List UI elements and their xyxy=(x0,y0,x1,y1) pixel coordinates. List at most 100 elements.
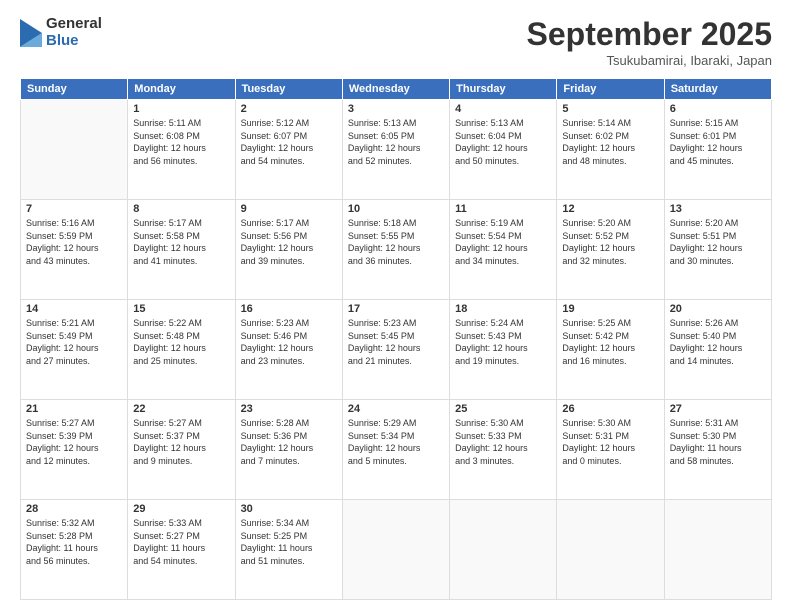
day-info: Sunrise: 5:30 AM Sunset: 5:33 PM Dayligh… xyxy=(455,417,551,467)
calendar-cell: 15Sunrise: 5:22 AM Sunset: 5:48 PM Dayli… xyxy=(128,300,235,400)
day-info: Sunrise: 5:24 AM Sunset: 5:43 PM Dayligh… xyxy=(455,317,551,367)
title-area: September 2025 Tsukubamirai, Ibaraki, Ja… xyxy=(527,16,772,68)
day-number: 6 xyxy=(670,103,766,115)
day-info: Sunrise: 5:18 AM Sunset: 5:55 PM Dayligh… xyxy=(348,217,444,267)
day-info: Sunrise: 5:16 AM Sunset: 5:59 PM Dayligh… xyxy=(26,217,122,267)
day-number: 8 xyxy=(133,203,229,215)
logo-general: General xyxy=(46,16,102,33)
day-number: 9 xyxy=(241,203,337,215)
day-number: 26 xyxy=(562,403,658,415)
day-info: Sunrise: 5:27 AM Sunset: 5:37 PM Dayligh… xyxy=(133,417,229,467)
day-number: 29 xyxy=(133,503,229,515)
day-number: 21 xyxy=(26,403,122,415)
day-number: 3 xyxy=(348,103,444,115)
location: Tsukubamirai, Ibaraki, Japan xyxy=(527,53,772,68)
calendar-cell: 4 Sunrise: 5:13 AM Sunset: 6:04 PM Daylig… xyxy=(450,100,557,200)
day-number: 10 xyxy=(348,203,444,215)
calendar-cell: 17Sunrise: 5:23 AM Sunset: 5:45 PM Dayli… xyxy=(342,300,449,400)
day-info: Sunrise: 5:31 AM Sunset: 5:30 PM Dayligh… xyxy=(670,417,766,467)
calendar-cell: 19 Sunrise: 5:25 AM Sunset: 5:42 PM Dayli… xyxy=(557,300,664,400)
day-number: 13 xyxy=(670,203,766,215)
calendar-cell: 24 Sunrise: 5:29 AM Sunset: 5:34 PM Dayli… xyxy=(342,400,449,500)
day-info: Sunrise: 5:26 AM Sunset: 5:40 PM Dayligh… xyxy=(670,317,766,367)
calendar-cell: 23 Sunrise: 5:28 AM Sunset: 5:36 PM Dayli… xyxy=(235,400,342,500)
calendar-cell xyxy=(21,100,128,200)
calendar-cell: 9 Sunrise: 5:17 AM Sunset: 5:56 PM Daylig… xyxy=(235,200,342,300)
day-number: 14 xyxy=(26,303,122,315)
weekday-header: Thursday xyxy=(450,79,557,100)
weekday-header: Saturday xyxy=(664,79,771,100)
day-number: 28 xyxy=(26,503,122,515)
day-info: Sunrise: 5:19 AM Sunset: 5:54 PM Dayligh… xyxy=(455,217,551,267)
calendar-week-row: 7 Sunrise: 5:16 AM Sunset: 5:59 PM Daylig… xyxy=(21,200,772,300)
day-number: 19 xyxy=(562,303,658,315)
calendar-cell: 1Sunrise: 5:11 AM Sunset: 6:08 PM Daylig… xyxy=(128,100,235,200)
calendar-cell: 21 Sunrise: 5:27 AM Sunset: 5:39 PM Dayli… xyxy=(21,400,128,500)
day-info: Sunrise: 5:12 AM Sunset: 6:07 PM Dayligh… xyxy=(241,117,337,167)
calendar-week-row: 1Sunrise: 5:11 AM Sunset: 6:08 PM Daylig… xyxy=(21,100,772,200)
day-number: 12 xyxy=(562,203,658,215)
day-info: Sunrise: 5:27 AM Sunset: 5:39 PM Dayligh… xyxy=(26,417,122,467)
day-number: 20 xyxy=(670,303,766,315)
day-info: Sunrise: 5:33 AM Sunset: 5:27 PM Dayligh… xyxy=(133,517,229,567)
calendar-cell: 22 Sunrise: 5:27 AM Sunset: 5:37 PM Dayli… xyxy=(128,400,235,500)
logo-icon xyxy=(20,19,42,47)
calendar-cell xyxy=(557,500,664,600)
calendar-cell: 3Sunrise: 5:13 AM Sunset: 6:05 PM Daylig… xyxy=(342,100,449,200)
calendar-cell: 26 Sunrise: 5:30 AM Sunset: 5:31 PM Dayli… xyxy=(557,400,664,500)
day-number: 17 xyxy=(348,303,444,315)
logo: General Blue xyxy=(20,16,102,49)
calendar-header-row: SundayMondayTuesdayWednesdayThursdayFrid… xyxy=(21,79,772,100)
day-info: Sunrise: 5:13 AM Sunset: 6:04 PM Dayligh… xyxy=(455,117,551,167)
day-number: 24 xyxy=(348,403,444,415)
calendar-week-row: 21 Sunrise: 5:27 AM Sunset: 5:39 PM Dayli… xyxy=(21,400,772,500)
calendar-cell: 30Sunrise: 5:34 AM Sunset: 5:25 PM Dayli… xyxy=(235,500,342,600)
day-info: Sunrise: 5:17 AM Sunset: 5:58 PM Dayligh… xyxy=(133,217,229,267)
weekday-header: Monday xyxy=(128,79,235,100)
calendar-week-row: 28 Sunrise: 5:32 AM Sunset: 5:28 PM Dayli… xyxy=(21,500,772,600)
calendar-cell: 7 Sunrise: 5:16 AM Sunset: 5:59 PM Daylig… xyxy=(21,200,128,300)
calendar-cell xyxy=(664,500,771,600)
day-number: 27 xyxy=(670,403,766,415)
calendar-cell: 8 Sunrise: 5:17 AM Sunset: 5:58 PM Daylig… xyxy=(128,200,235,300)
day-number: 25 xyxy=(455,403,551,415)
calendar-cell: 29 Sunrise: 5:33 AM Sunset: 5:27 PM Dayli… xyxy=(128,500,235,600)
calendar-cell: 28 Sunrise: 5:32 AM Sunset: 5:28 PM Dayli… xyxy=(21,500,128,600)
day-info: Sunrise: 5:34 AM Sunset: 5:25 PM Dayligh… xyxy=(241,517,337,567)
day-info: Sunrise: 5:23 AM Sunset: 5:46 PM Dayligh… xyxy=(241,317,337,367)
calendar-cell: 11Sunrise: 5:19 AM Sunset: 5:54 PM Dayli… xyxy=(450,200,557,300)
day-number: 2 xyxy=(241,103,337,115)
day-info: Sunrise: 5:20 AM Sunset: 5:52 PM Dayligh… xyxy=(562,217,658,267)
month-title: September 2025 xyxy=(527,16,772,53)
day-number: 18 xyxy=(455,303,551,315)
day-info: Sunrise: 5:15 AM Sunset: 6:01 PM Dayligh… xyxy=(670,117,766,167)
calendar-cell xyxy=(342,500,449,600)
weekday-header: Friday xyxy=(557,79,664,100)
calendar-page: General Blue September 2025 Tsukubamirai… xyxy=(0,0,792,612)
calendar-cell: 13Sunrise: 5:20 AM Sunset: 5:51 PM Dayli… xyxy=(664,200,771,300)
day-info: Sunrise: 5:30 AM Sunset: 5:31 PM Dayligh… xyxy=(562,417,658,467)
calendar-cell xyxy=(450,500,557,600)
day-info: Sunrise: 5:29 AM Sunset: 5:34 PM Dayligh… xyxy=(348,417,444,467)
day-info: Sunrise: 5:25 AM Sunset: 5:42 PM Dayligh… xyxy=(562,317,658,367)
calendar-cell: 27 Sunrise: 5:31 AM Sunset: 5:30 PM Dayli… xyxy=(664,400,771,500)
day-number: 23 xyxy=(241,403,337,415)
day-info: Sunrise: 5:28 AM Sunset: 5:36 PM Dayligh… xyxy=(241,417,337,467)
day-number: 22 xyxy=(133,403,229,415)
day-number: 7 xyxy=(26,203,122,215)
day-info: Sunrise: 5:14 AM Sunset: 6:02 PM Dayligh… xyxy=(562,117,658,167)
day-number: 15 xyxy=(133,303,229,315)
calendar-cell: 20 Sunrise: 5:26 AM Sunset: 5:40 PM Dayli… xyxy=(664,300,771,400)
weekday-header: Wednesday xyxy=(342,79,449,100)
day-info: Sunrise: 5:32 AM Sunset: 5:28 PM Dayligh… xyxy=(26,517,122,567)
calendar-table: SundayMondayTuesdayWednesdayThursdayFrid… xyxy=(20,78,772,600)
day-info: Sunrise: 5:17 AM Sunset: 5:56 PM Dayligh… xyxy=(241,217,337,267)
calendar-cell: 16Sunrise: 5:23 AM Sunset: 5:46 PM Dayli… xyxy=(235,300,342,400)
day-number: 1 xyxy=(133,103,229,115)
day-number: 4 xyxy=(455,103,551,115)
calendar-cell: 10 Sunrise: 5:18 AM Sunset: 5:55 PM Dayli… xyxy=(342,200,449,300)
calendar-cell: 6 Sunrise: 5:15 AM Sunset: 6:01 PM Daylig… xyxy=(664,100,771,200)
calendar-cell: 5 Sunrise: 5:14 AM Sunset: 6:02 PM Daylig… xyxy=(557,100,664,200)
day-number: 5 xyxy=(562,103,658,115)
logo-blue: Blue xyxy=(46,33,102,50)
